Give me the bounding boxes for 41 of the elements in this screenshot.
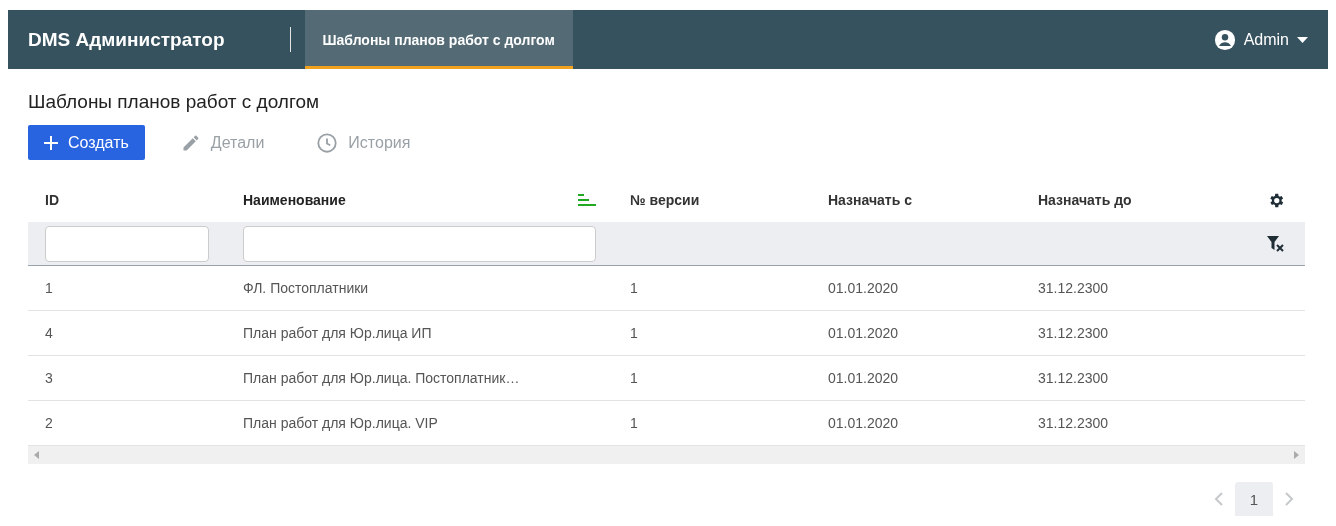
page-button[interactable]: 1 bbox=[1235, 482, 1273, 516]
column-header[interactable]: № версии bbox=[613, 178, 811, 222]
table-cell-text: 31.12.2300 bbox=[1037, 415, 1110, 431]
table-cell-text: 2 bbox=[44, 415, 54, 431]
table-cell-text: 31.12.2300 bbox=[1037, 325, 1110, 341]
horizontal-scrollbar[interactable] bbox=[28, 446, 1305, 464]
table-cell-text: План работ для Юр.лица. Постоплатник… bbox=[242, 370, 521, 386]
caret-icon bbox=[1297, 36, 1308, 43]
table-cell-text: 1 bbox=[629, 280, 639, 296]
table-cell-text: 1 bbox=[629, 415, 639, 431]
table-cell-text: 01.01.2020 bbox=[827, 370, 900, 386]
user-menu[interactable]: Admin bbox=[1193, 10, 1328, 69]
table-cell-text: План работ для Юр.лица. VIP bbox=[242, 415, 439, 431]
column-header[interactable]: Назначать с bbox=[811, 178, 1021, 222]
page-title: Шаблоны планов работ с долгом bbox=[28, 91, 321, 113]
scroll-left-icon[interactable] bbox=[34, 451, 39, 459]
column-header[interactable]: ID bbox=[28, 178, 226, 222]
column-header[interactable]: Назначать до bbox=[1021, 178, 1250, 222]
table-cell-text: 1 bbox=[629, 325, 639, 341]
column-header[interactable]: Наименование bbox=[226, 178, 613, 222]
table-cell-text: 1 bbox=[629, 370, 639, 386]
plus-icon bbox=[44, 135, 58, 150]
table-cell-text: 1 bbox=[44, 280, 54, 296]
clear-filter-icon[interactable] bbox=[1267, 235, 1285, 252]
table-cell-text: 4 bbox=[44, 325, 54, 341]
table-cell-text: ФЛ. Постоплатники bbox=[242, 280, 370, 296]
table-cell-text: 3 bbox=[44, 370, 54, 386]
table-cell-text: 31.12.2300 bbox=[1037, 280, 1110, 296]
table-cell-text: 01.01.2020 bbox=[827, 325, 900, 341]
scroll-right-icon[interactable] bbox=[1294, 451, 1299, 459]
clock-icon bbox=[316, 131, 339, 154]
nav-tab[interactable]: Шаблоны планов работ с долгом bbox=[304, 10, 573, 69]
table-cell-text: 31.12.2300 bbox=[1037, 370, 1110, 386]
app-title: DMS Администратор bbox=[27, 27, 226, 52]
table-cell-text: 01.01.2020 bbox=[827, 280, 900, 296]
table-cell-text: 01.01.2020 bbox=[827, 415, 900, 431]
user-icon bbox=[1213, 28, 1236, 51]
filter-field[interactable] bbox=[45, 225, 209, 262]
filter-field[interactable] bbox=[243, 225, 596, 262]
table-cell-text: План работ для Юр.лица ИП bbox=[242, 325, 433, 341]
create-button[interactable]: Создать bbox=[28, 125, 145, 160]
